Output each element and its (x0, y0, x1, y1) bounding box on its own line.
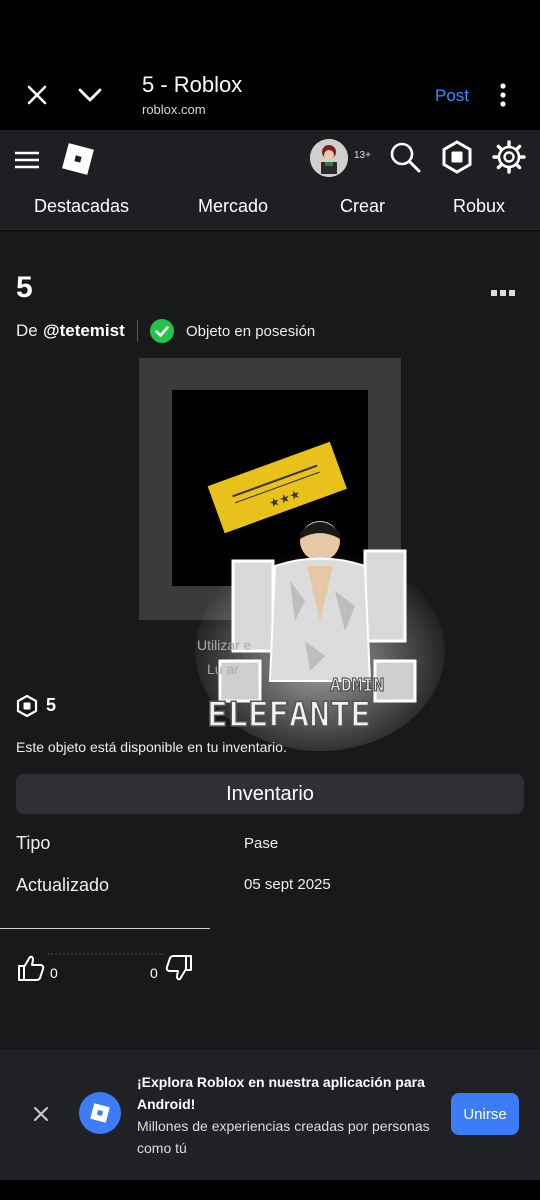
page-url: roblox.com (142, 102, 206, 117)
gear-icon[interactable] (492, 140, 526, 174)
item-details: 5 De @tetemist Objeto en posesión ★★★ AD… (0, 231, 540, 1049)
banner-subtitle: Millones de experiencias creadas por per… (137, 1118, 430, 1156)
post-button[interactable]: Post (435, 86, 469, 106)
use-in-experiences-label: Utilizar e (197, 637, 252, 653)
avatar[interactable] (310, 139, 348, 177)
like-count: 0 (50, 965, 58, 981)
robux-icon (16, 695, 38, 717)
owned-note: Este objeto está disponible en tu invent… (16, 739, 287, 755)
detail-label-updated: Actualizado (16, 875, 110, 895)
owned-label: Objeto en posesión (186, 323, 316, 340)
sticker-text-admin: ADMIN (330, 675, 384, 696)
hamburger-icon[interactable] (14, 148, 40, 172)
detail-label-type: Tipo (16, 833, 51, 853)
nav-item-destacadas[interactable]: Destacadas (34, 196, 129, 217)
divider (137, 320, 138, 342)
roblox-logo[interactable] (59, 140, 97, 178)
main-nav: Destacadas Mercado Crear Robux (0, 196, 540, 224)
vote-ratio-bar (48, 953, 164, 957)
thumbs-up-icon[interactable] (16, 953, 46, 983)
nav-item-robux[interactable]: Robux (453, 196, 505, 217)
detail-value-type: Pase (244, 835, 279, 852)
more-vertical-icon[interactable] (490, 80, 516, 110)
check-circle-icon (150, 319, 174, 343)
divider (0, 928, 210, 929)
creator-prefix: De (16, 321, 38, 340)
nav-item-mercado[interactable]: Mercado (198, 196, 268, 217)
chevron-down-icon[interactable] (74, 80, 106, 110)
creator-link[interactable]: @tetemist (43, 321, 125, 341)
dislike-count: 0 (150, 965, 158, 981)
use-in-experiences-label-2: Lu ar (207, 661, 239, 677)
roblox-app-icon (79, 1092, 121, 1134)
creator-row: De @tetemist Objeto en posesión (16, 319, 536, 345)
page-title: 5 - Roblox (142, 72, 243, 97)
close-icon[interactable] (32, 1105, 50, 1123)
sticker-image: ADMIN ELEFANTE (195, 521, 445, 751)
nav-item-crear[interactable]: Crear (340, 196, 385, 217)
system-nav-bar (0, 1180, 540, 1200)
robux-icon[interactable] (440, 140, 474, 174)
close-icon[interactable] (22, 80, 52, 110)
app-promo-banner: ¡Explora Roblox en nuestra aplicación pa… (0, 1049, 540, 1180)
thumbs-down-icon[interactable] (164, 953, 194, 983)
browser-bar: 5 - Roblox roblox.com Post (0, 0, 540, 130)
detail-value-updated: 05 sept 2025 (244, 876, 331, 893)
age-badge: 13+ (354, 150, 371, 161)
search-icon[interactable] (388, 140, 422, 174)
join-button[interactable]: Unirse (451, 1093, 519, 1135)
roblox-header: 13+ Destacadas Mercado Crear Robux (0, 130, 540, 230)
sticker-text-elefante: ELEFANTE (207, 695, 371, 735)
more-horizontal-icon[interactable] (490, 289, 516, 297)
price-value: 5 (46, 695, 57, 715)
banner-title: ¡Explora Roblox en nuestra aplicación pa… (137, 1074, 425, 1112)
inventory-button[interactable]: Inventario (16, 774, 524, 814)
item-title: 5 (16, 271, 33, 304)
